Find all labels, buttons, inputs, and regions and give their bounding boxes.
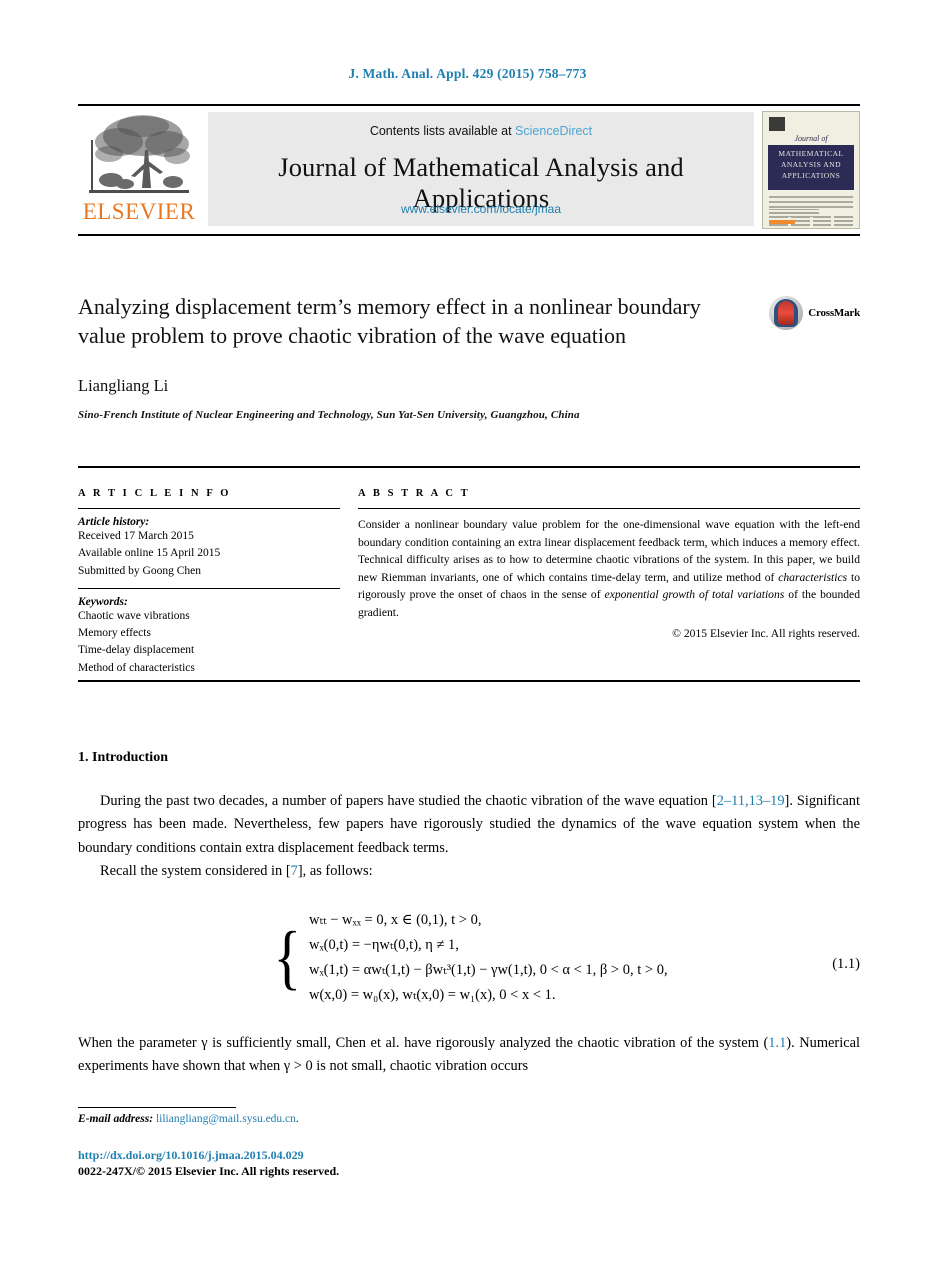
crossmark-badge[interactable]: CrossMark bbox=[769, 296, 860, 330]
cover-band-line-2: ANALYSIS AND bbox=[780, 159, 842, 169]
article-info-heading: A R T I C L E I N F O bbox=[78, 488, 232, 499]
cover-band-line-1: MATHEMATICAL bbox=[778, 149, 844, 158]
title-divider-rule bbox=[78, 466, 860, 468]
cover-band-line-3: APPLICATIONS bbox=[781, 170, 841, 180]
body-paragraphs: During the past two decades, a number of… bbox=[78, 790, 860, 883]
body-paragraph-after-equation: When the parameter γ is sufficiently sma… bbox=[78, 1032, 860, 1079]
article-submitted-by: Submitted by Goong Chen bbox=[78, 564, 201, 577]
cover-sciencedirect-mark bbox=[769, 220, 795, 224]
contents-prefix: Contents lists available at bbox=[369, 124, 512, 138]
equation-number: (1.1) bbox=[832, 956, 860, 972]
paragraph-1-part-a: During the past two decades, a number of… bbox=[100, 793, 717, 809]
issn-copyright-line: 0022-247X/© 2015 Elsevier Inc. All right… bbox=[78, 1164, 340, 1178]
journal-cover-thumbnail: Journal of MATHEMATICAL ANALYSIS AND APP… bbox=[762, 111, 860, 229]
article-received: Received 17 March 2015 bbox=[78, 530, 194, 542]
equation-line: wₓ(0,t) = −ηwₜ(0,t), η ≠ 1, bbox=[308, 936, 459, 953]
keyword-item: Method of characteristics bbox=[78, 661, 195, 674]
paragraph-3-part-a: When the parameter γ is sufficiently sma… bbox=[78, 1035, 769, 1051]
article-available-online: Available online 15 April 2015 bbox=[78, 547, 221, 560]
abstract-rule-top bbox=[358, 508, 860, 509]
equation-line: wₓ(1,t) = αwₜ(1,t) − βwₜ³(1,t) − γw(1,t)… bbox=[308, 961, 668, 978]
keyword-item: Time-delay displacement bbox=[78, 644, 195, 657]
abstract-italic-2: exponential growth of total variations bbox=[604, 588, 785, 602]
abstract-text: Consider a nonlinear boundary value prob… bbox=[358, 516, 860, 622]
keyword-item: Memory effects bbox=[78, 627, 151, 639]
contents-available-line: Contents lists available at ScienceDirec… bbox=[208, 112, 754, 138]
abstract-italic-1: characteristics bbox=[778, 570, 848, 584]
cover-journal-of: Journal of bbox=[794, 134, 828, 143]
elsevier-wordmark: ELSEVIER bbox=[82, 199, 196, 224]
paragraph-3: When the parameter γ is sufficiently sma… bbox=[78, 1032, 860, 1079]
equation-system: { wₜₜ − wₓₓ = 0, x ∈ (0,1), t > 0, wₓ(0,… bbox=[270, 908, 668, 1008]
page-title: Analyzing displacement term’s memory eff… bbox=[78, 294, 701, 349]
equation-line: wₜₜ − wₓₓ = 0, x ∈ (0,1), t > 0, bbox=[308, 912, 482, 928]
email-label: E-mail address: bbox=[78, 1113, 154, 1125]
abstract-bottom-rule bbox=[78, 680, 860, 682]
article-history-label: Article history: bbox=[78, 516, 150, 528]
abstract-copyright: © 2015 Elsevier Inc. All rights reserved… bbox=[672, 626, 860, 640]
footnote-email: E-mail address: liliangliang@mail.sysu.e… bbox=[78, 1113, 299, 1125]
paper-page: J. Math. Anal. Appl. 429 (2015) 758–773 bbox=[0, 0, 935, 1266]
title-block: Analyzing displacement term’s memory eff… bbox=[78, 292, 860, 421]
paragraph-2: Recall the system considered in [7], as … bbox=[78, 860, 860, 883]
author-affiliation: Sino-French Institute of Nuclear Enginee… bbox=[78, 409, 580, 422]
footnote-rule bbox=[78, 1107, 236, 1108]
email-period: . bbox=[295, 1113, 299, 1125]
sciencedirect-link[interactable]: ScienceDirect bbox=[515, 124, 592, 138]
doi-link[interactable]: http://dx.doi.org/10.1016/j.jmaa.2015.04… bbox=[78, 1148, 304, 1163]
section-title-introduction: 1. Introduction bbox=[78, 750, 168, 765]
email-link[interactable]: liliangliang@mail.sysu.edu.cn bbox=[156, 1113, 296, 1125]
equation-brace: { bbox=[273, 917, 302, 998]
article-info-rule-mid bbox=[78, 587, 340, 589]
cover-footer bbox=[769, 208, 853, 224]
cover-elsevier-mark bbox=[769, 117, 785, 131]
paragraph-1: During the past two decades, a number of… bbox=[78, 790, 860, 860]
article-info-rule-top bbox=[78, 508, 340, 509]
elsevier-logo: ELSEVIER bbox=[78, 106, 200, 234]
equation-lines: wₜₜ − wₓₓ = 0, x ∈ (0,1), t > 0, wₓ(0,t)… bbox=[309, 908, 668, 1008]
journal-running-head: J. Math. Anal. Appl. 429 (2015) 758–773 bbox=[348, 66, 587, 81]
masthead-center: Contents lists available at ScienceDirec… bbox=[208, 112, 754, 226]
keyword-item: Chaotic wave vibrations bbox=[78, 609, 190, 622]
author-name: Liangliang Li bbox=[78, 376, 169, 396]
equation-reference-link[interactable]: 1.1 bbox=[768, 1035, 786, 1051]
elsevier-tree-icon bbox=[85, 110, 193, 202]
equation-line: w(x,0) = w₀(x), wₜ(x,0) = w₁(x), 0 < x <… bbox=[308, 986, 556, 1003]
journal-masthead: ELSEVIER Contents lists available at Sci… bbox=[78, 104, 860, 236]
equation-block: { wₜₜ − wₓₓ = 0, x ∈ (0,1), t > 0, wₓ(0,… bbox=[78, 908, 860, 1008]
citation-link-ref7[interactable]: 7 bbox=[291, 863, 298, 879]
paragraph-2-part-b: ], as follows: bbox=[297, 862, 373, 879]
info-abstract-columns: A R T I C L E I N F O Article history: R… bbox=[78, 488, 860, 677]
keywords-label: Keywords: bbox=[78, 595, 128, 608]
abstract-column: A B S T R A C T Consider a nonlinear bou… bbox=[358, 488, 860, 677]
citation-link-refs[interactable]: 2–11,13–19 bbox=[717, 793, 785, 809]
abstract-heading: A B S T R A C T bbox=[358, 488, 471, 499]
journal-url-link[interactable]: www.elsevier.com/locate/jmaa bbox=[208, 202, 754, 216]
crossmark-icon bbox=[769, 296, 804, 330]
article-info-column: A R T I C L E I N F O Article history: R… bbox=[78, 488, 358, 677]
paragraph-2-part-a: Recall the system considered in [ bbox=[100, 862, 291, 879]
cover-title-band: MATHEMATICAL ANALYSIS AND APPLICATIONS bbox=[768, 145, 854, 190]
crossmark-label: CrossMark bbox=[808, 307, 860, 319]
